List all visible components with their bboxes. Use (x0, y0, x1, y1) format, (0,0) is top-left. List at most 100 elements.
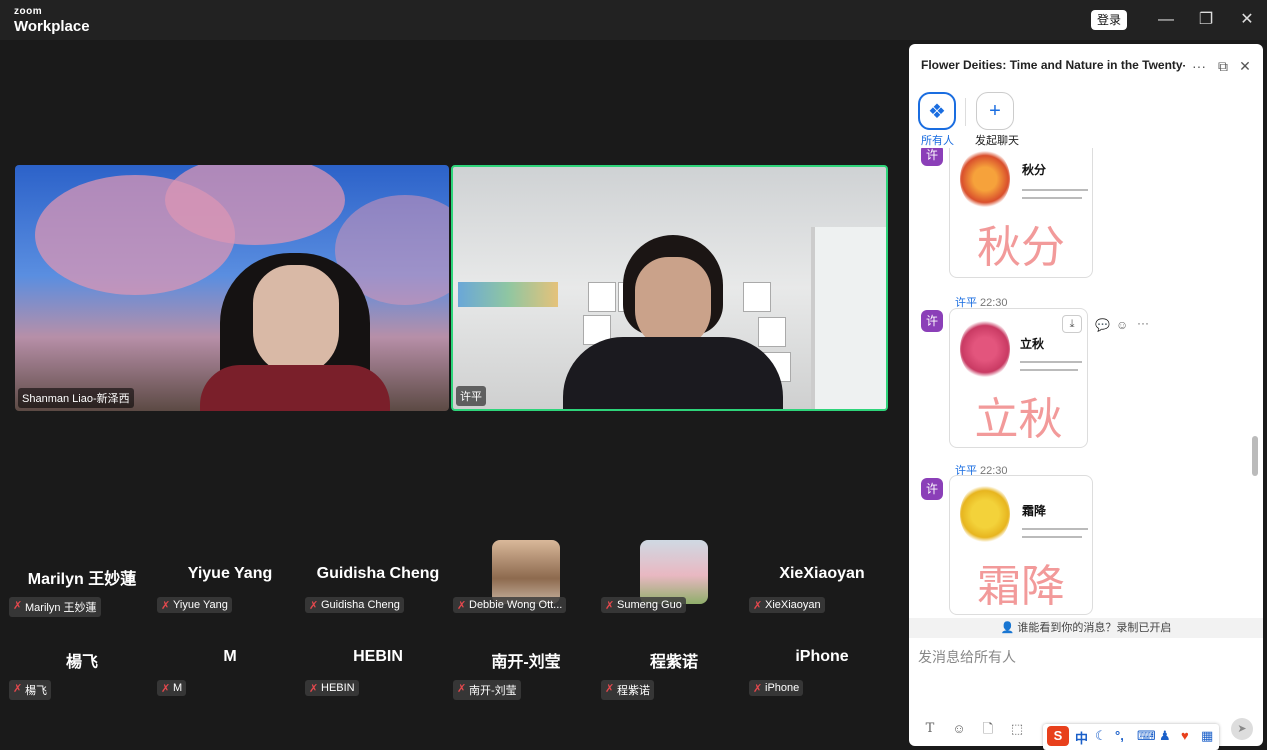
participant-label: ✗ Sumeng Guo (601, 597, 686, 613)
participant-face (253, 265, 339, 375)
window-shape (811, 227, 886, 409)
participant-display-name: iPhone (795, 648, 849, 665)
participant-tile[interactable]: 南开-刘莹 ✗ 南开-刘莹 (453, 640, 599, 712)
reply-icon[interactable]: 💬 (1095, 318, 1110, 332)
participant-label: ✗ 南开-刘莹 (453, 680, 521, 700)
mic-muted-icon: ✗ (457, 600, 467, 612)
wall-frame (743, 282, 771, 312)
participant-tile[interactable]: ✗ Debbie Wong Ott... (453, 540, 599, 630)
participant-display-name: Marilyn 王妙蓮 (27, 571, 137, 588)
close-chat-icon[interactable]: ✕ (1235, 56, 1255, 76)
everyone-channel-button[interactable]: ❖ (918, 92, 956, 130)
mic-muted-icon: ✗ (13, 683, 23, 695)
restore-icon[interactable]: ❐ (1196, 10, 1216, 30)
participant-tile[interactable]: Yiyue Yang ✗ Yiyue Yang (157, 557, 303, 629)
download-icon[interactable]: ⤓ (1062, 315, 1082, 333)
chat-image-card[interactable]: 立秋 立秋 ⤓ (949, 308, 1088, 448)
chat-scrollbar[interactable] (1252, 436, 1258, 476)
logo-large-text: Workplace (14, 18, 90, 35)
screenshot-icon[interactable]: ⬚ (1008, 720, 1026, 738)
participant-label: ✗ iPhone (749, 680, 804, 696)
participant-tile[interactable]: Guidisha Cheng ✗ Guidisha Cheng (305, 557, 451, 629)
participant-label: ✗ XieXiaoyan (749, 597, 825, 613)
mic-muted-icon: ✗ (161, 600, 171, 612)
wall-frame (758, 317, 786, 347)
ime-toolbar[interactable]: S 中 ☾ °, ⌨ ♟ ♥ ▦ (1043, 724, 1219, 750)
mic-muted-icon: ✗ (309, 600, 319, 612)
chat-compose-input[interactable]: 发消息给所有人 (918, 647, 1016, 667)
new-chat-label: 发起聊天 (975, 135, 1019, 147)
sender-avatar: 许 (921, 478, 943, 500)
participant-display-name: Guidisha Cheng (316, 565, 440, 582)
video-gallery: Shanman Liao-新泽西 许平 Marilyn 王妙蓮 ✗ Marilyn… (0, 40, 906, 750)
participant-display-name: HEBIN (353, 648, 403, 665)
chat-image-card[interactable]: 霜降 霜降 (949, 475, 1093, 615)
chat-header: Flower Deities: Time and Nature in the T… (909, 44, 1263, 88)
minimize-icon[interactable]: — (1156, 10, 1176, 30)
text-format-icon[interactable]: T (921, 720, 939, 738)
participant-tile[interactable]: 楊飞 ✗ 楊飞 (9, 640, 155, 712)
chat-panel: Flower Deities: Time and Nature in the T… (909, 44, 1263, 746)
participant-tile[interactable]: iPhone ✗ iPhone (749, 640, 895, 712)
wall-painting (458, 282, 558, 307)
participant-body (200, 365, 390, 411)
large-solar-term: 霜降 (977, 561, 1065, 612)
large-solar-term: 立秋 (974, 394, 1063, 445)
participant-thumbnail (640, 540, 708, 604)
participant-tile[interactable]: M ✗ M (157, 640, 303, 712)
participant-thumbnail (492, 540, 560, 604)
participant-display-name: 程紫诺 (649, 654, 698, 671)
moon-icon[interactable]: ☾ (1095, 728, 1107, 744)
caption-line (1022, 536, 1082, 538)
caption-line (1020, 361, 1082, 363)
send-icon[interactable]: ➤ (1231, 718, 1253, 740)
wall-frame (588, 282, 616, 312)
sogou-logo-icon: S (1047, 726, 1069, 746)
emoji-react-icon[interactable]: ☺ (1116, 318, 1128, 332)
video-tile-shanman[interactable]: Shanman Liao-新泽西 (15, 165, 449, 411)
chat-image-card[interactable]: 秋分 秋分 (949, 148, 1093, 278)
login-button[interactable]: 登录 (1091, 10, 1127, 30)
skin-icon[interactable]: ♥ (1181, 728, 1189, 743)
mic-muted-icon: ✗ (457, 683, 467, 695)
punctuation-icon[interactable]: °, (1115, 728, 1124, 743)
toolbox-icon[interactable]: ▦ (1201, 728, 1213, 744)
mic-muted-icon: ✗ (753, 683, 763, 695)
participant-tile[interactable]: 程紫诺 ✗ 程紫诺 (601, 640, 747, 712)
solar-term-title: 秋分 (1022, 163, 1047, 177)
participant-label: ✗ 程紫诺 (601, 680, 654, 700)
more-options-icon[interactable]: ··· (1189, 56, 1209, 76)
recording-visibility-notice[interactable]: 👤 谁能看到你的消息？录制已开启 (909, 618, 1263, 638)
participant-tile[interactable]: XieXiaoyan ✗ XieXiaoyan (749, 557, 895, 629)
sender-avatar: 许 (921, 310, 943, 332)
participant-display-name: Yiyue Yang (187, 565, 273, 582)
user-icon[interactable]: ♟ (1159, 728, 1171, 744)
flower-illustration (960, 319, 1010, 379)
mic-muted-icon: ✗ (605, 600, 615, 612)
participant-tile[interactable]: ✗ Sumeng Guo (601, 540, 747, 630)
participant-tile[interactable]: Marilyn 王妙蓮 ✗ Marilyn 王妙蓮 (9, 557, 155, 629)
plus-icon: + (989, 100, 1001, 122)
new-chat-button[interactable]: + (976, 92, 1014, 130)
pop-out-icon[interactable]: ⧉ (1213, 56, 1233, 76)
more-actions-icon[interactable]: ··· (1137, 316, 1149, 330)
title-bar: zoom Workplace 登录 — ❐ ✕ (0, 0, 1267, 40)
participant-face (635, 257, 711, 349)
chat-message-list[interactable]: 许 秋分 秋分 许平 22:30 许 立秋 立秋 ⤓ 💬 ☺ ··· 许平 22:3… (909, 148, 1263, 618)
participant-display-name: XieXiaoyan (779, 565, 865, 582)
participant-label: ✗ M (157, 680, 187, 696)
flower-illustration (960, 484, 1010, 544)
mic-muted-icon: ✗ (605, 683, 615, 695)
caption-line (1022, 528, 1088, 530)
keyboard-icon[interactable]: ⌨ (1137, 728, 1156, 744)
mic-muted-icon: ✗ (161, 683, 171, 695)
emoji-icon[interactable]: ☺ (950, 720, 968, 738)
logo-small-text: zoom (14, 6, 43, 17)
video-tile-xuping-active-speaker[interactable]: 许平 (451, 165, 888, 411)
mic-muted-icon: ✗ (309, 683, 319, 695)
ime-language-label[interactable]: 中 (1075, 728, 1088, 747)
participant-tile[interactable]: HEBIN ✗ HEBIN (305, 640, 451, 712)
close-icon[interactable]: ✕ (1237, 10, 1257, 30)
participant-display-name: 南开-刘莹 (491, 654, 561, 671)
file-icon[interactable]: 🗋 (979, 720, 997, 738)
